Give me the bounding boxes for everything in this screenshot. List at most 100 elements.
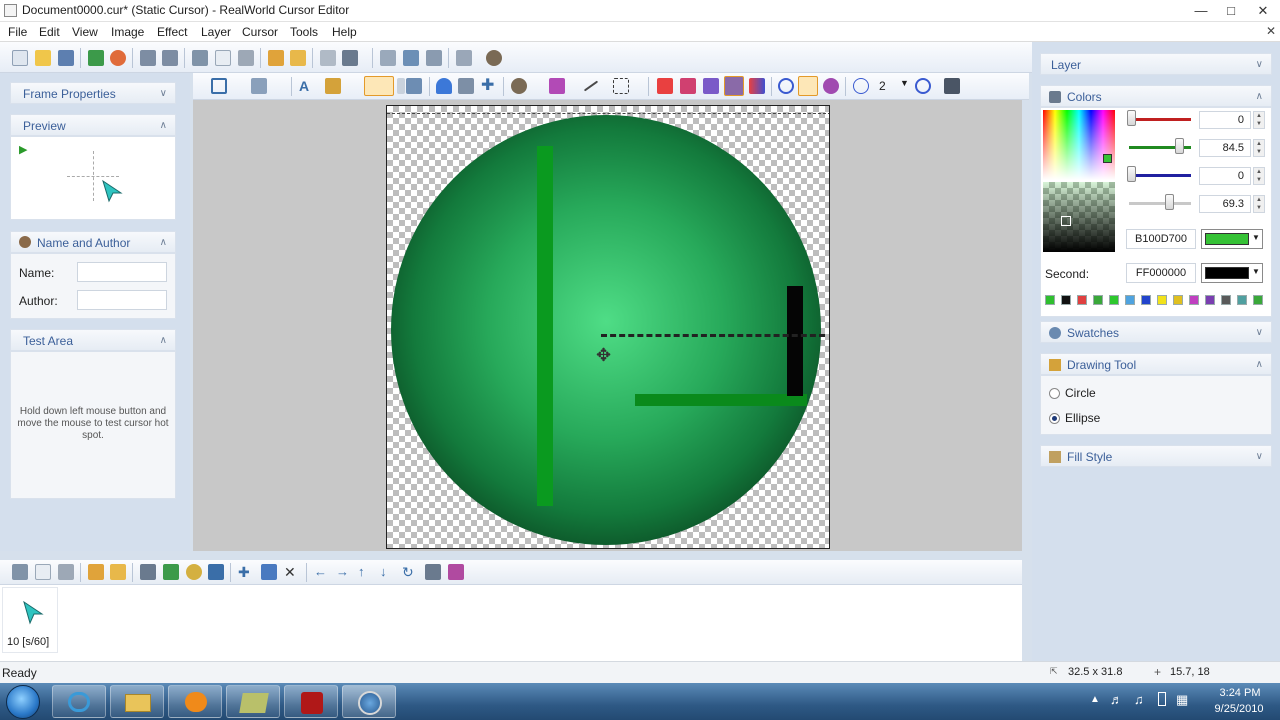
frame-thumbnail[interactable]: 10 [s/60] <box>2 587 58 653</box>
menu-image[interactable]: Image <box>111 25 144 39</box>
hue-picker[interactable] <box>1043 110 1115 180</box>
redo-icon[interactable] <box>162 50 178 66</box>
select-tool-icon[interactable] <box>211 78 227 94</box>
palette-swatch[interactable] <box>1077 295 1087 305</box>
open-icon[interactable] <box>35 50 51 66</box>
outline-only-icon[interactable] <box>778 78 794 94</box>
alpha-value[interactable]: 69.3 <box>1199 195 1251 213</box>
hue-marker[interactable] <box>1103 154 1112 163</box>
tray-arrow-icon[interactable]: ▲ <box>1090 694 1100 705</box>
maximize-button[interactable]: □ <box>1216 1 1246 21</box>
clock-time[interactable]: 3:24 PM <box>1212 687 1268 699</box>
ellipse-label[interactable]: Ellipse <box>1065 411 1100 425</box>
preview-header[interactable]: Preview ∧ <box>10 114 176 136</box>
shade-marker[interactable] <box>1061 216 1071 226</box>
red-value[interactable]: 0 <box>1199 111 1251 129</box>
new-icon[interactable] <box>12 50 28 66</box>
start-button[interactable] <box>6 685 40 719</box>
arrow-right-icon[interactable]: → <box>336 564 352 580</box>
image-canvas[interactable]: ✥ <box>386 105 830 549</box>
brush-icon[interactable] <box>426 50 442 66</box>
clock-date[interactable]: 9/25/2010 <box>1206 703 1272 715</box>
taskbar-ie[interactable] <box>52 685 106 718</box>
test-cursor-icon[interactable] <box>342 50 358 66</box>
filter-icon[interactable] <box>403 50 419 66</box>
move-tool-icon[interactable]: ✚ <box>481 78 497 94</box>
menu-tools[interactable]: Tools <box>290 25 318 39</box>
fill-mix-icon[interactable] <box>749 78 765 94</box>
palette-swatch[interactable] <box>1093 295 1103 305</box>
palette-swatch[interactable] <box>1141 295 1151 305</box>
cut-icon[interactable] <box>192 50 208 66</box>
red-spin[interactable]: ▲ ▼ <box>1253 111 1265 129</box>
palette-swatch[interactable] <box>1205 295 1215 305</box>
volume-icon[interactable]: ♬ <box>1110 692 1123 707</box>
test-area-header[interactable]: Test Area ∧ <box>10 329 176 351</box>
menu-view[interactable]: View <box>72 25 98 39</box>
fill-only-icon[interactable] <box>823 78 839 94</box>
shape-tool-icon[interactable] <box>549 78 565 94</box>
shade-picker[interactable] <box>1043 182 1115 252</box>
transform-tool-icon[interactable] <box>613 78 629 94</box>
frame-timing-icon[interactable] <box>208 564 224 580</box>
ellipse-tool-icon[interactable] <box>364 76 394 96</box>
undo-icon[interactable] <box>140 50 156 66</box>
palette-swatch[interactable] <box>1109 295 1119 305</box>
menu-layer[interactable]: Layer <box>201 25 231 39</box>
green-value[interactable]: 84.5 <box>1199 139 1251 157</box>
picker-tool-icon[interactable] <box>458 78 474 94</box>
alpha-slider[interactable] <box>1129 202 1191 205</box>
paste-icon[interactable] <box>238 50 254 66</box>
layer-copy-icon[interactable] <box>268 50 284 66</box>
arrow-down-icon[interactable]: ↓ <box>380 564 396 580</box>
frame-duplicate-icon[interactable] <box>110 564 126 580</box>
frame-swap-icon[interactable] <box>261 564 277 580</box>
blue-slider[interactable] <box>1129 174 1191 177</box>
taskbar-explorer[interactable] <box>110 685 164 718</box>
ellipse-dropdown-icon[interactable] <box>397 78 405 94</box>
fill-solid-icon[interactable] <box>657 78 673 94</box>
palette-swatch[interactable] <box>1173 295 1183 305</box>
selection-line[interactable] <box>601 334 825 337</box>
palette-swatch[interactable] <box>1253 295 1263 305</box>
colors-header[interactable]: Colors ∧ <box>1040 85 1272 107</box>
taskbar-cursor-editor[interactable] <box>342 685 396 718</box>
palette-swatch[interactable] <box>1157 295 1167 305</box>
frame-delete-icon[interactable]: ✕ <box>284 564 300 580</box>
fill-style-header[interactable]: Fill Style ∨ <box>1040 445 1272 467</box>
brush-size-dropdown-icon[interactable]: ▼ <box>900 78 909 88</box>
line-tool-icon[interactable] <box>583 80 599 92</box>
save-icon[interactable] <box>58 50 74 66</box>
red-slider-thumb[interactable] <box>1127 110 1136 126</box>
frame-paste-icon[interactable] <box>58 564 74 580</box>
menu-help[interactable]: Help <box>332 25 357 39</box>
antialias-icon[interactable] <box>853 78 869 94</box>
outline-fill-icon[interactable] <box>798 76 818 96</box>
frame-move-icon[interactable]: ✚ <box>238 564 254 580</box>
menu-effect[interactable]: Effect <box>157 25 187 39</box>
name-author-header[interactable]: Name and Author ∧ <box>10 231 176 253</box>
layer-paste-icon[interactable] <box>290 50 306 66</box>
mdi-close-icon[interactable]: ✕ <box>1266 24 1276 38</box>
pencil-tool-icon[interactable] <box>325 78 341 94</box>
alpha-slider-thumb[interactable] <box>1165 194 1174 210</box>
canvas-area[interactable]: ✥ <box>193 100 1022 551</box>
palette-swatch[interactable] <box>1125 295 1135 305</box>
name-input[interactable] <box>77 262 167 282</box>
palette-swatch[interactable] <box>1045 295 1055 305</box>
rotate-icon[interactable]: ↻ <box>402 564 418 580</box>
frame-insert-icon[interactable] <box>88 564 104 580</box>
frame-copy-icon[interactable] <box>35 564 51 580</box>
close-button[interactable]: ✕ <box>1248 1 1278 21</box>
blue-slider-thumb[interactable] <box>1127 166 1136 182</box>
brush-size-value[interactable]: 2 <box>879 79 886 93</box>
arrow-up-icon[interactable]: ↑ <box>358 564 374 580</box>
network-icon[interactable]: ▦ <box>1176 692 1188 708</box>
user-icon[interactable] <box>486 50 502 66</box>
green-slider-thumb[interactable] <box>1175 138 1184 154</box>
copy-icon[interactable] <box>215 50 231 66</box>
second-hex[interactable]: FF000000 <box>1126 263 1196 283</box>
blue-spin[interactable]: ▲ ▼ <box>1253 167 1265 185</box>
taskbar-media[interactable] <box>168 685 222 718</box>
palette-swatch[interactable] <box>1237 295 1247 305</box>
